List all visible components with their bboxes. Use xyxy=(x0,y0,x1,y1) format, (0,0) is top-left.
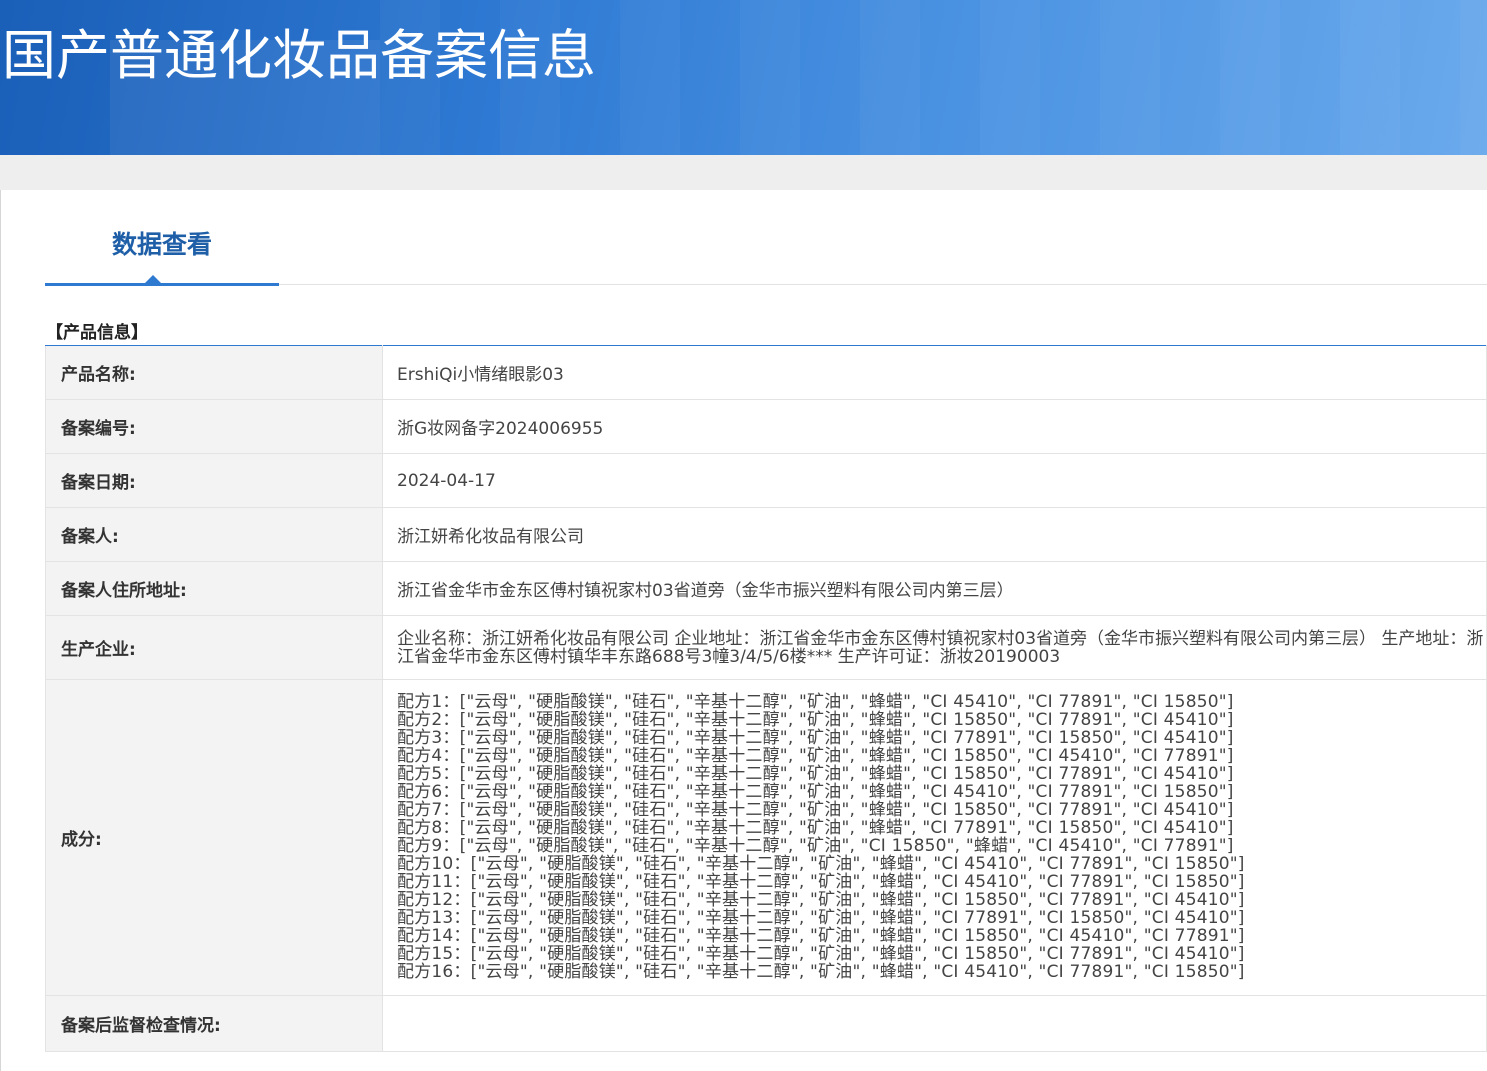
ingredients-value: 配方1：["云母", "硬脂酸镁", "硅石", "辛基十二醇", "矿油", … xyxy=(382,679,1487,996)
row-label: 生产企业: xyxy=(45,615,383,680)
formula-item: 配方13：["云母", "硬脂酸镁", "硅石", "辛基十二醇", "矿油",… xyxy=(397,907,1245,928)
formula-item: 配方1：["云母", "硬脂酸镁", "硅石", "辛基十二醇", "矿油", … xyxy=(397,691,1234,712)
formula-item: 配方14：["云母", "硬脂酸镁", "硅石", "辛基十二醇", "矿油",… xyxy=(397,925,1245,946)
content-frame-border xyxy=(0,190,1,1071)
formula-item: 配方5：["云母", "硬脂酸镁", "硅石", "辛基十二醇", "矿油", … xyxy=(397,763,1234,784)
product-info-table: 产品名称: ErshiQi小情绪眼影03 备案编号: 浙G妆网备字2024006… xyxy=(45,345,1487,1052)
tab-data-view-label: 数据查看 xyxy=(111,230,212,259)
formula-item: 配方15：["云母", "硬脂酸镁", "硅石", "辛基十二醇", "矿油",… xyxy=(397,943,1245,964)
formula-item: 配方2：["云母", "硬脂酸镁", "硅石", "辛基十二醇", "矿油", … xyxy=(397,709,1234,730)
formula-list: 配方1：["云母", "硬脂酸镁", "硅石", "辛基十二醇", "矿油", … xyxy=(397,681,1486,995)
section-heading-product-info: 【产品信息】 xyxy=(46,323,148,343)
formula-item: 配方7：["云母", "硬脂酸镁", "硅石", "辛基十二醇", "矿油", … xyxy=(397,799,1234,820)
filing-date-value: 2024-04-17 xyxy=(382,453,1487,508)
formula-item: 配方9：["云母", "硬脂酸镁", "硅石", "辛基十二醇", "矿油", … xyxy=(397,835,1234,856)
product-name-value: ErshiQi小情绪眼影03 xyxy=(382,345,1487,400)
table-row-filing-date: 备案日期: 2024-04-17 xyxy=(45,453,1487,508)
tab-data-view[interactable]: 数据查看 xyxy=(45,210,279,286)
formula-item: 配方12：["云母", "硬脂酸镁", "硅石", "辛基十二醇", "矿油",… xyxy=(397,889,1245,910)
table-row-ingredients: 成分: 配方1：["云母", "硬脂酸镁", "硅石", "辛基十二醇", "矿… xyxy=(45,679,1487,996)
header-gap xyxy=(0,155,1487,190)
tab-bar-divider xyxy=(279,284,1487,285)
manufacturer-value: 企业名称：浙江妍希化妆品有限公司 企业地址：浙江省金华市金东区傅村镇祝家村03省… xyxy=(382,615,1487,680)
table-row-filer-address: 备案人住所地址: 浙江省金华市金东区傅村镇祝家村03省道旁（金华市振兴塑料有限公… xyxy=(45,561,1487,616)
table-row-manufacturer: 生产企业: 企业名称：浙江妍希化妆品有限公司 企业地址：浙江省金华市金东区傅村镇… xyxy=(45,615,1487,680)
formula-item: 配方8：["云母", "硬脂酸镁", "硅石", "辛基十二醇", "矿油", … xyxy=(397,817,1234,838)
table-row-supervision: 备案后监督检查情况: xyxy=(45,995,1487,1052)
row-label: 备案后监督检查情况: xyxy=(45,995,383,1052)
table-row-product-name: 产品名称: ErshiQi小情绪眼影03 xyxy=(45,345,1487,400)
formula-item: 配方10：["云母", "硬脂酸镁", "硅石", "辛基十二醇", "矿油",… xyxy=(397,853,1245,874)
row-label: 备案日期: xyxy=(45,453,383,508)
row-label: 备案人住所地址: xyxy=(45,561,383,616)
filing-number-value: 浙G妆网备字2024006955 xyxy=(382,399,1487,454)
table-row-filer: 备案人: 浙江妍希化妆品有限公司 xyxy=(45,507,1487,562)
tab-underline xyxy=(45,283,279,286)
row-label: 产品名称: xyxy=(45,345,383,400)
formula-item: 配方11：["云母", "硬脂酸镁", "硅石", "辛基十二醇", "矿油",… xyxy=(397,871,1245,892)
page-title: 国产普通化妆品备案信息 xyxy=(2,24,596,87)
row-label: 备案人: xyxy=(45,507,383,562)
tab-active-indicator-icon xyxy=(145,275,161,283)
row-label: 备案编号: xyxy=(45,399,383,454)
filer-value: 浙江妍希化妆品有限公司 xyxy=(382,507,1487,562)
formula-item: 配方6：["云母", "硬脂酸镁", "硅石", "辛基十二醇", "矿油", … xyxy=(397,781,1234,802)
formula-item: 配方4：["云母", "硬脂酸镁", "硅石", "辛基十二醇", "矿油", … xyxy=(397,745,1234,766)
page-banner: 国产普通化妆品备案信息 xyxy=(0,0,1487,155)
table-row-filing-number: 备案编号: 浙G妆网备字2024006955 xyxy=(45,399,1487,454)
row-label: 成分: xyxy=(45,679,383,996)
filer-address-value: 浙江省金华市金东区傅村镇祝家村03省道旁（金华市振兴塑料有限公司内第三层） xyxy=(382,561,1487,616)
formula-item: 配方3：["云母", "硬脂酸镁", "硅石", "辛基十二醇", "矿油", … xyxy=(397,727,1234,748)
supervision-value xyxy=(382,995,1487,1052)
formula-item: 配方16：["云母", "硬脂酸镁", "硅石", "辛基十二醇", "矿油",… xyxy=(397,961,1245,982)
